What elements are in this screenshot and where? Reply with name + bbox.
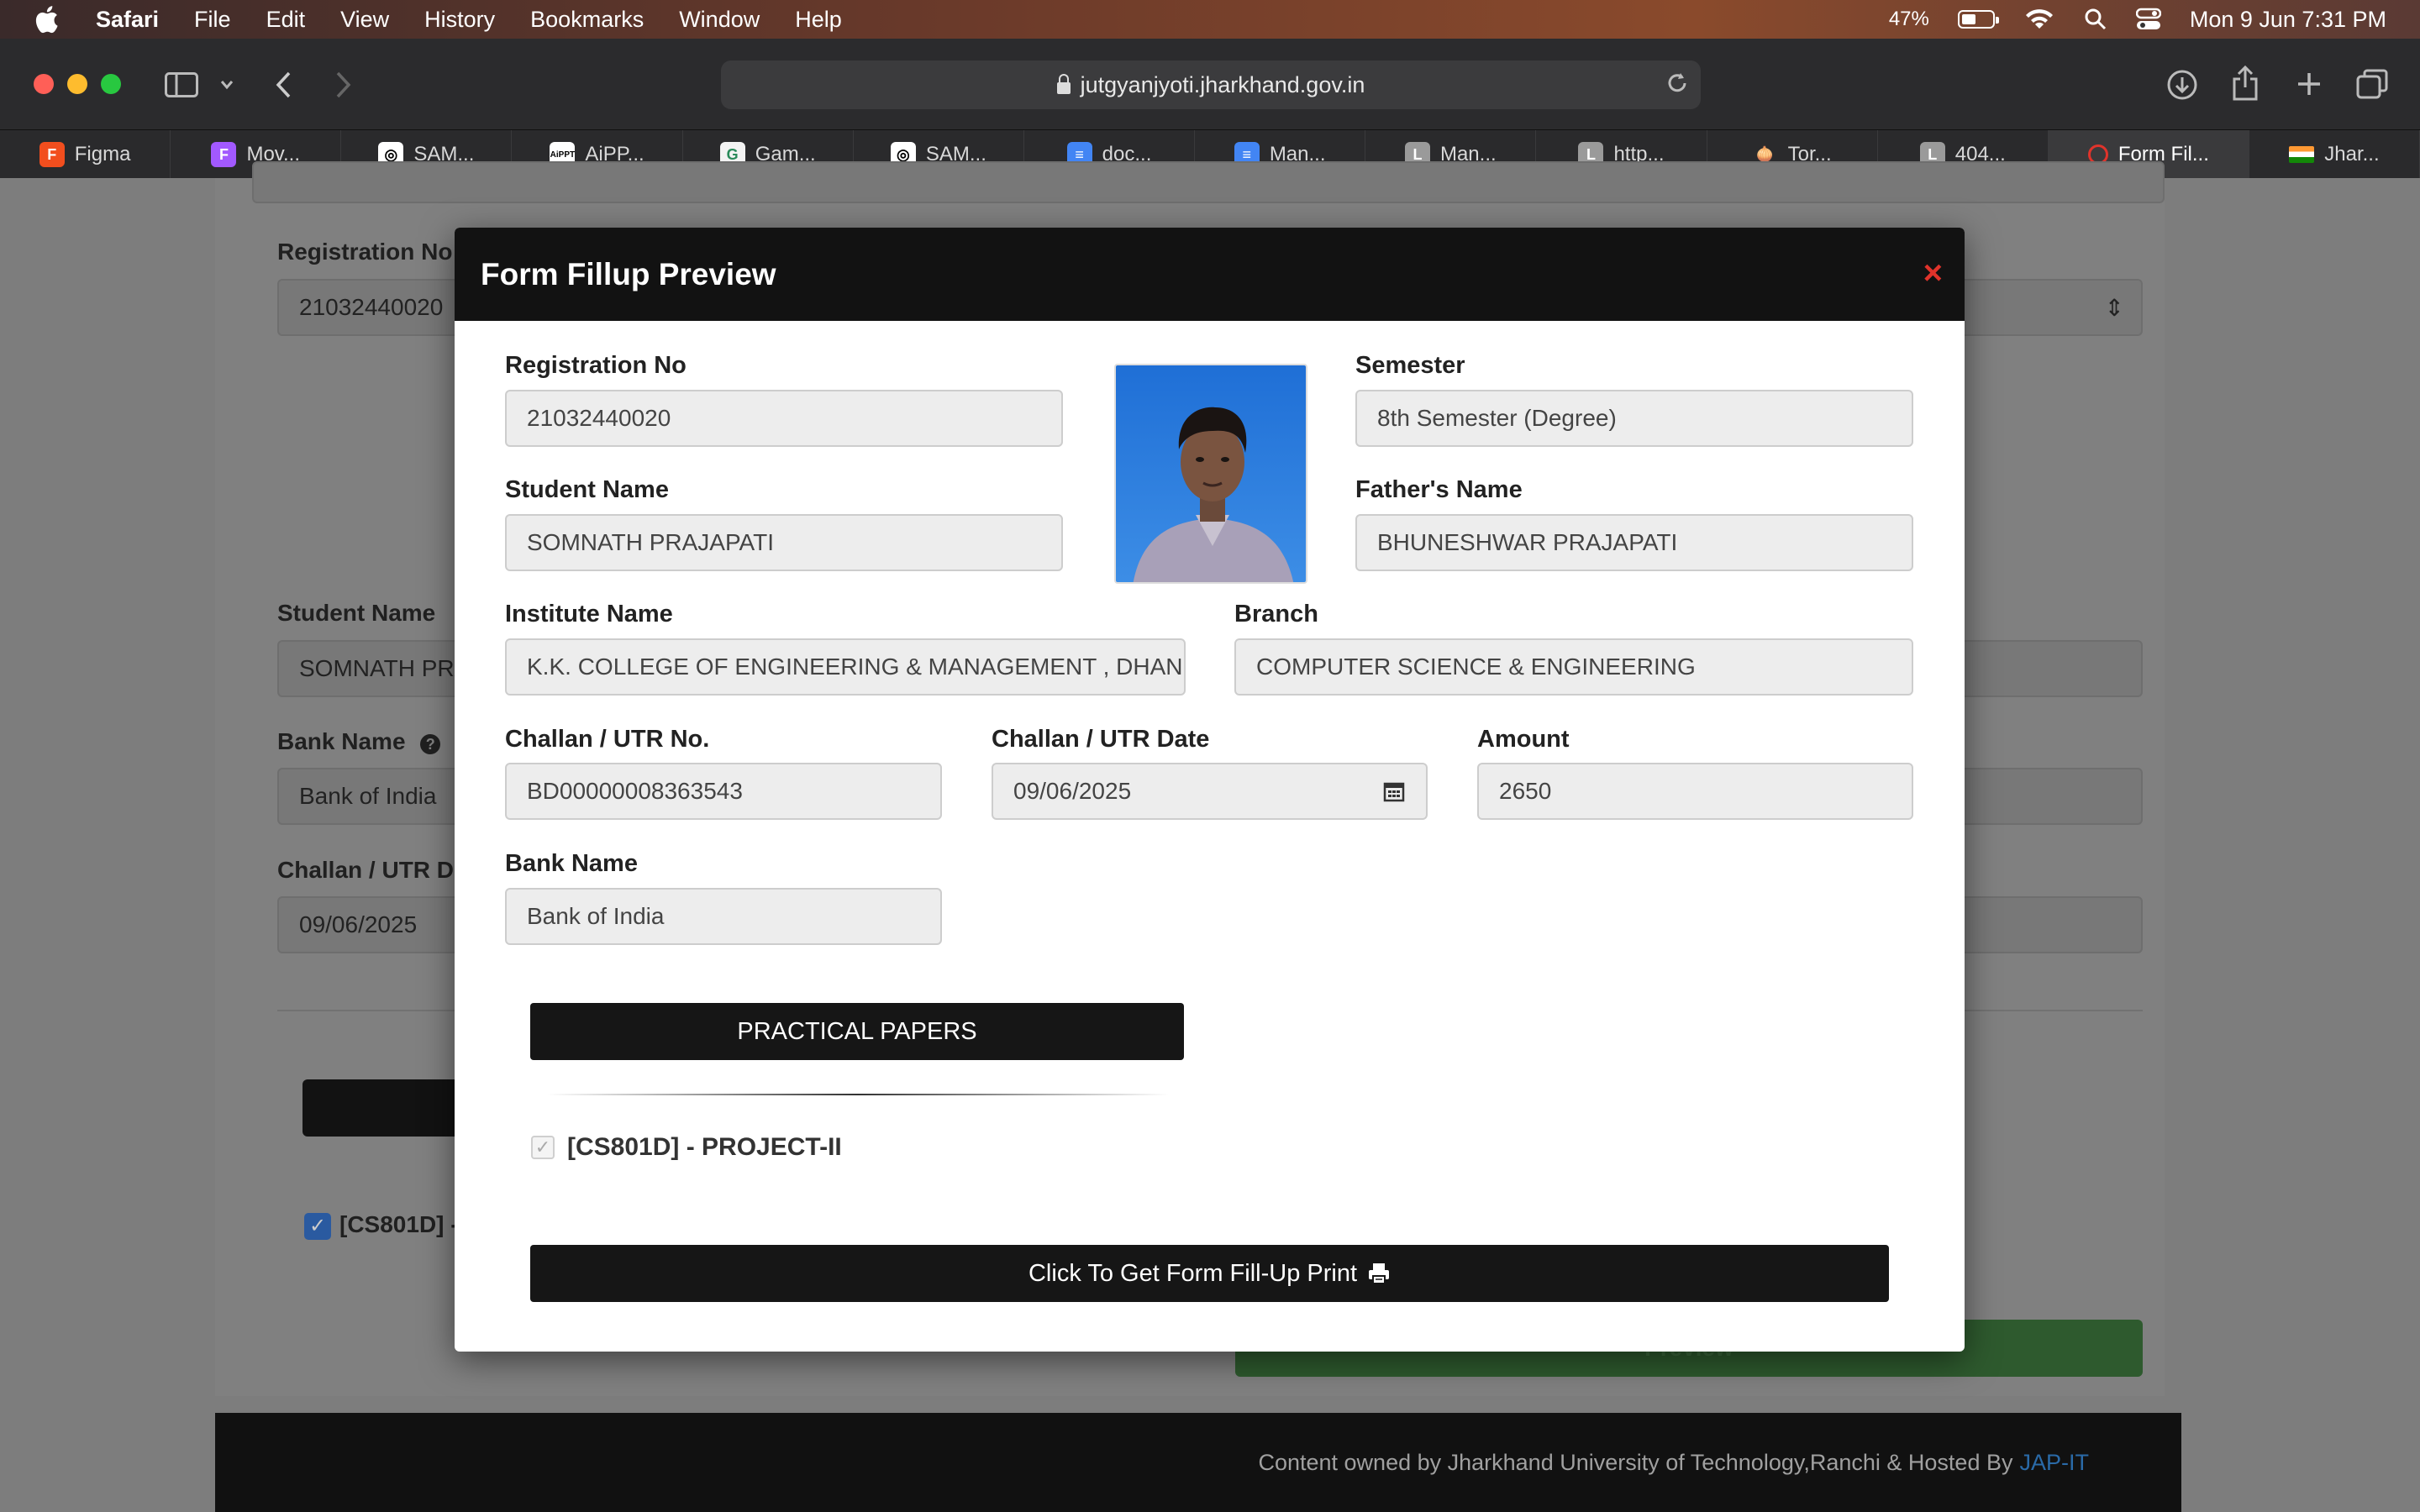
help-icon[interactable]: ? <box>420 734 441 754</box>
practical-papers-button[interactable]: PRACTICAL PAPERS <box>530 1003 1184 1060</box>
section-divider <box>547 1094 1169 1095</box>
page-footer: Content owned by Jharkhand University of… <box>215 1413 2181 1512</box>
bg-registration-label: Registration No <box>277 239 453 265</box>
challan-date-field[interactable]: 09/06/2025 <box>992 763 1364 820</box>
bg-paper-label: [CS801D] - <box>339 1211 459 1237</box>
branch-label: Branch <box>1234 601 1318 627</box>
modal-header: Form Fillup Preview × <box>455 228 1965 321</box>
apple-logo-icon[interactable] <box>34 5 59 34</box>
modal-title: Form Fillup Preview <box>481 256 776 291</box>
menu-app-name[interactable]: Safari <box>96 7 159 33</box>
student-name-field[interactable]: SOMNATH PRAJAPATI <box>505 514 1063 571</box>
tab-jharkhand[interactable]: Jhar... <box>2249 130 2420 179</box>
branch-field[interactable]: COMPUTER SCIENCE & ENGINEERING <box>1234 638 1913 696</box>
amount-field[interactable]: 2650 <box>1477 763 1913 820</box>
menu-edit[interactable]: Edit <box>266 7 306 33</box>
fathers-name-field[interactable]: BHUNESHWAR PRAJAPATI <box>1355 514 1913 571</box>
bg-practical-papers-button <box>302 1079 471 1137</box>
footer-link[interactable]: JAP-IT <box>2019 1450 2089 1476</box>
menu-help[interactable]: Help <box>795 7 842 33</box>
menu-history[interactable]: History <box>424 7 495 33</box>
tab-overview-icon[interactable] <box>2356 69 2388 99</box>
control-center-icon[interactable] <box>2135 8 2161 31</box>
figma-icon: F <box>211 142 237 167</box>
calendar-icon <box>1383 782 1405 802</box>
downloads-icon[interactable] <box>2166 69 2198 101</box>
bank-name-field[interactable]: Bank of India <box>505 888 942 945</box>
figma-icon: F <box>39 142 65 167</box>
semester-label: Semester <box>1355 352 1465 379</box>
menu-view[interactable]: View <box>340 7 389 33</box>
calendar-addon[interactable] <box>1362 763 1428 820</box>
institute-name-label: Institute Name <box>505 601 673 627</box>
back-icon[interactable] <box>274 71 292 99</box>
paper-checkbox[interactable]: ✓ <box>531 1136 555 1159</box>
print-button-label: Click To Get Form Fill-Up Print <box>1028 1259 1358 1287</box>
bg-bank-name-label: Bank Name ? <box>277 728 441 755</box>
paper-checkbox-label: [CS801D] - PROJECT-II <box>567 1133 842 1161</box>
macos-menu-bar: Safari File Edit View History Bookmarks … <box>0 0 2420 39</box>
fathers-name-label: Father's Name <box>1355 476 1523 503</box>
flag-icon <box>2289 146 2315 163</box>
menu-bookmarks[interactable]: Bookmarks <box>530 7 644 33</box>
bg-student-name-label: Student Name <box>277 600 436 626</box>
print-form-button[interactable]: Click To Get Form Fill-Up Print <box>530 1245 1889 1302</box>
registration-no-field[interactable]: 21032440020 <box>505 390 1063 447</box>
footer-text: Content owned by Jharkhand University of… <box>1258 1449 2013 1475</box>
sidebar-toggle-icon[interactable] <box>165 72 198 97</box>
institute-name-field[interactable]: K.K. COLLEGE OF ENGINEERING & MANAGEMENT… <box>505 638 1186 696</box>
bg-challan-label: Challan / UTR D <box>277 857 455 883</box>
new-tab-icon[interactable] <box>2296 71 2323 97</box>
lock-icon <box>1056 74 1071 94</box>
battery-percent: 47% <box>1888 8 1929 30</box>
address-bar[interactable]: jutgyanjyoti.jharkhand.gov.in <box>721 60 1701 109</box>
student-name-label: Student Name <box>505 476 669 503</box>
url-text: jutgyanjyoti.jharkhand.gov.in <box>1080 71 1365 97</box>
wifi-icon[interactable] <box>2023 7 2055 32</box>
chevron-down-icon[interactable] <box>220 80 234 90</box>
menu-file[interactable]: File <box>194 7 231 33</box>
student-photo <box>1114 364 1307 584</box>
printer-icon <box>1369 1263 1390 1284</box>
battery-icon[interactable] <box>1957 10 1999 29</box>
registration-no-label: Registration No <box>505 352 687 379</box>
bank-name-label: Bank Name <box>505 850 638 877</box>
window-zoom-button[interactable] <box>101 74 121 94</box>
menu-clock[interactable]: Mon 9 Jun 7:31 PM <box>2190 7 2386 33</box>
challan-date-label: Challan / UTR Date <box>992 726 1210 753</box>
challan-no-field[interactable]: BD00000008363543 <box>505 763 942 820</box>
close-icon[interactable]: × <box>1923 256 1943 290</box>
challan-no-label: Challan / UTR No. <box>505 726 710 753</box>
bg-paper-checkbox: ✓ <box>304 1213 331 1240</box>
window-close-button[interactable] <box>34 74 54 94</box>
share-icon[interactable] <box>2232 66 2259 101</box>
spotlight-search-icon[interactable] <box>2084 8 2107 31</box>
forward-icon[interactable] <box>334 71 353 99</box>
status-area: 47% Mon 9 Jun 7:31 PM <box>1889 0 2386 39</box>
menu-window[interactable]: Window <box>679 7 760 33</box>
amount-label: Amount <box>1477 726 1570 753</box>
student-photo-image <box>1116 365 1306 582</box>
form-preview-modal: Form Fillup Preview × Registration No 21… <box>455 228 1965 1352</box>
bg-top-field <box>252 161 2165 203</box>
semester-field[interactable]: 8th Semester (Degree) <box>1355 390 1913 447</box>
tab-figma[interactable]: F Figma <box>0 130 171 179</box>
window-minimize-button[interactable] <box>67 74 87 94</box>
reload-icon[interactable] <box>1665 71 1689 96</box>
